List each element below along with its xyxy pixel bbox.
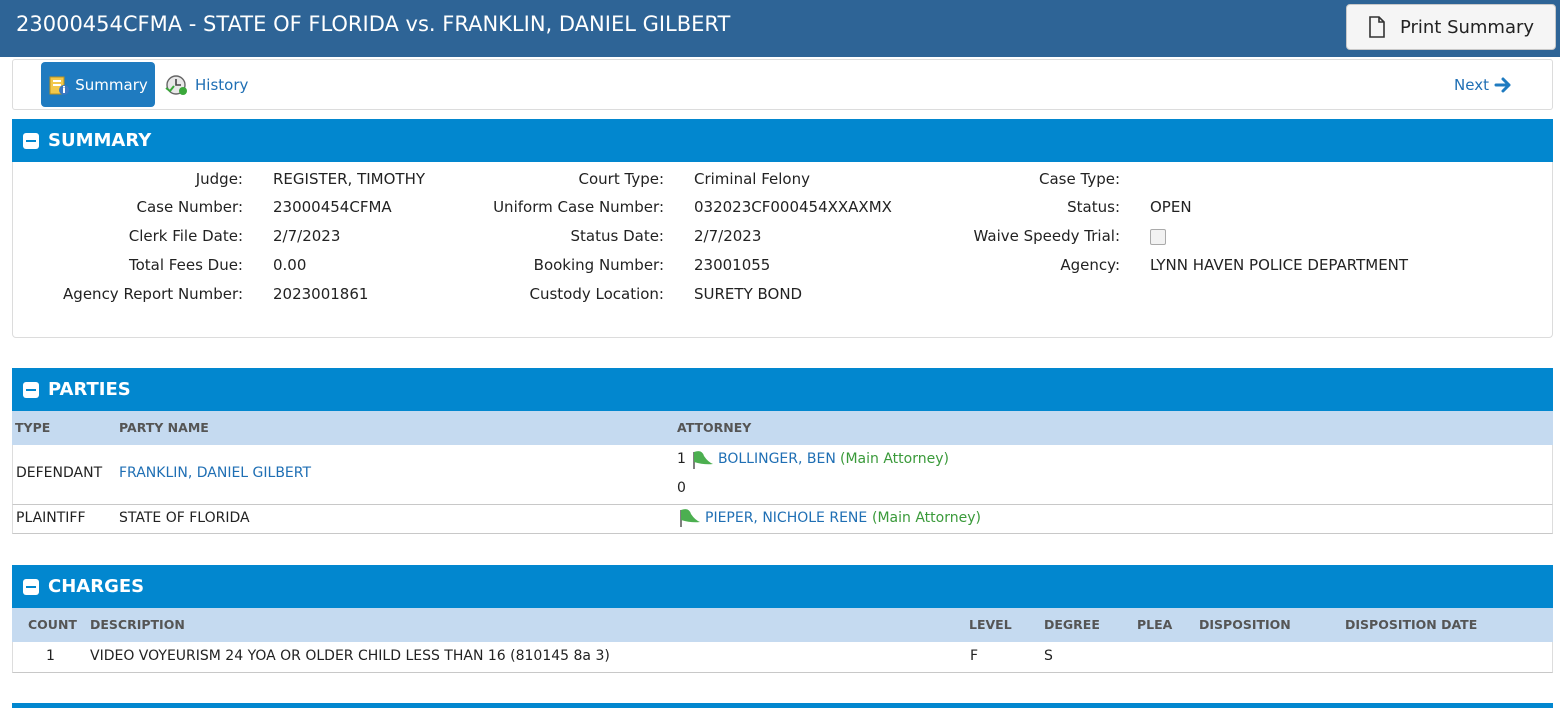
total-fees-due-label: Total Fees Due: [129, 256, 243, 274]
collapse-parties-icon[interactable] [23, 381, 39, 398]
collapse-charges-icon[interactable] [23, 578, 39, 595]
summary-body [12, 162, 1553, 338]
charges-panel-header: CHARGES [12, 565, 1553, 608]
col-disposition-date: DISPOSITION DATE [1345, 617, 1478, 632]
charges-table-header: COUNT DESCRIPTION LEVEL DEGREE PLEA DISP… [12, 608, 1553, 642]
col-disposition: DISPOSITION [1199, 617, 1291, 632]
summary-panel-header: SUMMARY [12, 119, 1553, 162]
col-attorney: ATTORNEY [677, 420, 752, 435]
parties-panel-header: PARTIES [12, 368, 1553, 411]
charge-degree: S [1044, 648, 1053, 664]
uniform-case-number-value: 032023CF000454XXAXMX [694, 198, 892, 216]
next-link[interactable]: Next [1454, 62, 1514, 107]
waive-speedy-trial-label: Waive Speedy Trial: [973, 227, 1120, 245]
waive-speedy-trial-checkbox[interactable] [1150, 229, 1166, 245]
court-type-label: Court Type: [578, 170, 664, 188]
col-count: COUNT [28, 617, 77, 632]
status-date-value: 2/7/2023 [694, 227, 762, 245]
document-icon [1369, 16, 1385, 38]
booking-number-label: Booking Number: [533, 256, 664, 274]
attorney-name-link[interactable]: BOLLINGER, BEN [718, 451, 836, 467]
custody-location-value: SURETY BOND [694, 285, 803, 303]
tab-history-label: History [195, 75, 249, 94]
col-type: TYPE [15, 420, 51, 435]
court-type-value: Criminal Felony [694, 170, 810, 188]
parties-table-header: TYPE PARTY NAME ATTORNEY [12, 411, 1553, 445]
col-plea: PLEA [1137, 617, 1173, 632]
col-party-name: PARTY NAME [119, 420, 209, 435]
col-degree: DEGREE [1044, 617, 1100, 632]
judge-label: Judge: [195, 170, 243, 188]
tab-history[interactable]: History [165, 62, 248, 107]
page-title: 23000454CFMA - STATE OF FLORIDA vs. FRAN… [16, 12, 731, 36]
next-label: Next [1454, 75, 1489, 94]
col-description: DESCRIPTION [90, 617, 185, 632]
print-summary-button[interactable]: Print Summary [1346, 4, 1556, 50]
tab-summary[interactable]: Summary [41, 62, 155, 107]
case-number-value: 23000454CFMA [273, 198, 392, 216]
clerk-file-date-label: Clerk File Date: [128, 227, 243, 245]
party-type: DEFENDANT [16, 465, 103, 481]
status-value: OPEN [1150, 198, 1192, 216]
tab-summary-label: Summary [75, 75, 148, 94]
next-panel-header-edge [12, 703, 1553, 708]
status-date-label: Status Date: [570, 227, 664, 245]
case-number-label: Case Number: [136, 198, 243, 216]
charge-level: F [970, 648, 979, 664]
attorney-flag-icon [693, 451, 713, 469]
arrow-right-icon [1494, 77, 1511, 92]
party-type: PLAINTIFF [16, 510, 86, 526]
attorney-extra: 0 [677, 480, 686, 496]
collapse-summary-icon[interactable] [23, 132, 39, 149]
summary-folder-icon [49, 76, 70, 95]
charges-heading: CHARGES [48, 576, 145, 597]
history-clock-icon [165, 74, 187, 95]
uniform-case-number-label: Uniform Case Number: [493, 198, 664, 216]
attorney-flag-icon [680, 509, 700, 527]
table-row: DEFENDANT FRANKLIN, DANIEL GILBERT 1 BOL… [12, 445, 1553, 505]
status-label: Status: [1067, 198, 1120, 216]
judge-value: REGISTER, TIMOTHY [273, 170, 426, 188]
table-row: 1 VIDEO VOYEURISM 24 YOA OR OLDER CHILD … [12, 642, 1553, 673]
col-level: LEVEL [969, 617, 1012, 632]
title-bar: 23000454CFMA - STATE OF FLORIDA vs. FRAN… [0, 0, 1560, 57]
print-summary-label: Print Summary [1399, 16, 1535, 38]
agency-report-number-value: 2023001861 [273, 285, 369, 303]
case-nav-bar: Summary History Next [12, 59, 1553, 110]
attorney-role: (Main Attorney) [872, 510, 981, 526]
summary-heading: SUMMARY [48, 130, 152, 151]
table-row: PLAINTIFF STATE OF FLORIDA PIEPER, NICHO… [12, 505, 1553, 534]
attorney-role: (Main Attorney) [840, 451, 949, 467]
custody-location-label: Custody Location: [529, 285, 664, 303]
attorney-name-link[interactable]: PIEPER, NICHOLE RENE [705, 510, 867, 526]
booking-number-value: 23001055 [694, 256, 771, 274]
clerk-file-date-value: 2/7/2023 [273, 227, 341, 245]
charge-description: VIDEO VOYEURISM 24 YOA OR OLDER CHILD LE… [90, 648, 610, 664]
attorney-prefix: 1 [677, 451, 686, 467]
total-fees-due-value: 0.00 [273, 256, 307, 274]
agency-report-number-label: Agency Report Number: [63, 285, 243, 303]
agency-value: LYNN HAVEN POLICE DEPARTMENT [1150, 256, 1409, 274]
parties-heading: PARTIES [48, 379, 131, 400]
party-name-link[interactable]: FRANKLIN, DANIEL GILBERT [119, 465, 311, 481]
party-name: STATE OF FLORIDA [119, 510, 250, 526]
case-type-label: Case Type: [1039, 170, 1120, 188]
agency-label: Agency: [1060, 256, 1120, 274]
charge-count: 1 [46, 648, 55, 664]
